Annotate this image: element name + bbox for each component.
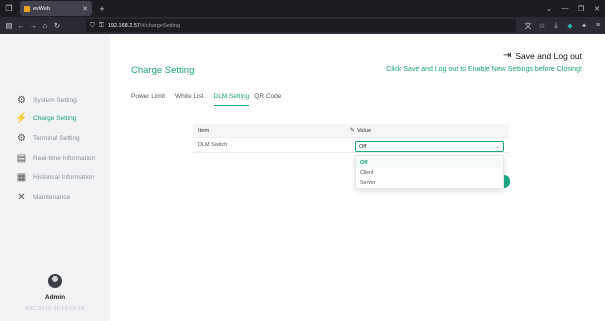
sidebar-item-terminal-setting[interactable]: ⚙ Terminal Setting bbox=[16, 131, 80, 145]
back-icon[interactable]: ← bbox=[15, 17, 27, 34]
sidebar-item-realtime-information[interactable]: ▤ Real-time Information bbox=[16, 151, 95, 165]
extensions-icon[interactable]: ✦ bbox=[577, 17, 591, 34]
mac-address: MAC:00:0F:8F:F5:CE:6A bbox=[25, 306, 85, 312]
dlm-switch-select[interactable]: Off ⌄ bbox=[355, 141, 504, 152]
history-icon: ▦ bbox=[16, 171, 27, 183]
select-value: Off bbox=[359, 143, 367, 150]
shield-extension-icon[interactable]: ◆ bbox=[563, 17, 577, 34]
logout-icon: ⇥ bbox=[502, 50, 512, 61]
not-secure-icon[interactable]: ⚿ bbox=[99, 22, 104, 30]
option-off[interactable]: Off bbox=[356, 158, 503, 168]
dropdown-menu: Off Client Server bbox=[355, 155, 504, 189]
bookmark-star-icon[interactable]: ☆ bbox=[535, 17, 549, 34]
address-bar[interactable]: ⛉ ⚿ 192.168.2.57 /#/chargeSetting bbox=[86, 19, 516, 32]
chevron-down-icon: ⌄ bbox=[494, 144, 500, 150]
user-name: Admin bbox=[44, 294, 66, 301]
browser-nav-bar: ▤ ← → ⌂ ↻ ⛉ ⚿ 192.168.2.57 /#/chargeSett… bbox=[0, 17, 605, 34]
terminal-icon: ⚙ bbox=[17, 132, 26, 144]
save-logout-button[interactable]: ⇥ Save and Log out bbox=[503, 50, 582, 61]
toolbar-right: 文 ☆ ⤓ ◆ ✦ ≡ bbox=[521, 17, 605, 34]
browser-tab[interactable]: evWeb ✕ bbox=[20, 1, 92, 16]
tab-power-limit[interactable]: Power Limit bbox=[131, 92, 170, 106]
save-logout-label: Save and Log out bbox=[515, 50, 582, 61]
tab-qr-code[interactable]: QR Code bbox=[254, 92, 286, 106]
list-all-tabs-icon[interactable]: ⌄ bbox=[541, 0, 557, 17]
charging-icon: ⚡ bbox=[15, 112, 28, 124]
sidebar-item-charge-setting[interactable]: ⚡ Charge Setting bbox=[15, 111, 77, 125]
sidebar-item-label: Real-time Information bbox=[33, 154, 96, 162]
column-header-value: ✎ Value bbox=[350, 128, 371, 134]
window-controls: ⌄ — ❐ ✕ bbox=[541, 0, 605, 17]
column-header-value-label: Value bbox=[356, 127, 372, 134]
sidebar-item-label: Terminal Setting bbox=[33, 134, 80, 142]
sidebar-item-historical-information[interactable]: ▦ Historical Information bbox=[16, 170, 94, 184]
sidebar-item-label: Historical Information bbox=[33, 173, 95, 181]
browser-tab-bar: ❐ evWeb ✕ + ⌄ — ❐ ✕ bbox=[0, 0, 605, 17]
menu-icon[interactable]: ≡ bbox=[591, 17, 605, 34]
column-header-item: Item bbox=[198, 127, 210, 134]
minimize-icon[interactable]: — bbox=[557, 0, 573, 17]
tools-icon: ✕ bbox=[17, 191, 26, 203]
avatar[interactable] bbox=[48, 274, 62, 288]
monitor-icon: ▤ bbox=[16, 152, 27, 164]
tab-white-list[interactable]: White List bbox=[175, 92, 209, 106]
tab-title: evWeb bbox=[33, 5, 51, 12]
sidebar-item-label: System Setting bbox=[33, 96, 77, 104]
table-header: Item ✎ Value bbox=[193, 124, 509, 138]
forward-icon[interactable]: → bbox=[27, 17, 39, 34]
save-button[interactable] bbox=[504, 175, 510, 188]
restore-icon[interactable]: ❐ bbox=[573, 0, 589, 17]
favicon-icon bbox=[24, 5, 30, 12]
window-close-icon[interactable]: ✕ bbox=[589, 0, 605, 17]
row-item-label: DLM Switch bbox=[198, 142, 228, 148]
sidebar-toggle-icon[interactable]: ▤ bbox=[3, 17, 15, 34]
sidebar-item-maintenance[interactable]: ✕ Maintenance bbox=[16, 190, 70, 204]
option-server[interactable]: Server bbox=[356, 178, 503, 188]
tab-dlm-setting[interactable]: DLM Setting bbox=[213, 92, 250, 106]
hint-text: Click Save and Log out to Enable New Set… bbox=[386, 66, 582, 73]
close-tab-icon[interactable]: ✕ bbox=[82, 5, 88, 13]
home-icon[interactable]: ⌂ bbox=[39, 17, 51, 34]
gear-icon: ⚙ bbox=[17, 94, 26, 106]
reload-icon[interactable]: ↻ bbox=[51, 17, 63, 34]
edit-icon: ✎ bbox=[350, 127, 355, 134]
new-tab-button[interactable]: + bbox=[96, 0, 108, 17]
page-title: Charge Setting bbox=[131, 65, 195, 76]
settings-tabs: Power Limit White List DLM Setting QR Co… bbox=[131, 92, 291, 106]
sidebar-item-label: Charge Setting bbox=[33, 114, 77, 122]
translate-icon[interactable]: 文 bbox=[521, 17, 535, 34]
tab-list-icon[interactable]: ❐ bbox=[0, 0, 18, 17]
url-path: /#/chargeSetting bbox=[139, 22, 181, 29]
sidebar-item-label: Maintenance bbox=[33, 193, 71, 201]
site-info-icon[interactable]: ⛉ bbox=[90, 22, 95, 30]
option-client[interactable]: Client bbox=[356, 168, 503, 178]
sidebar-item-system-setting[interactable]: ⚙ System Setting bbox=[16, 93, 77, 107]
url-host: 192.168.2.57 bbox=[107, 22, 140, 29]
download-icon[interactable]: ⤓ bbox=[549, 17, 563, 34]
